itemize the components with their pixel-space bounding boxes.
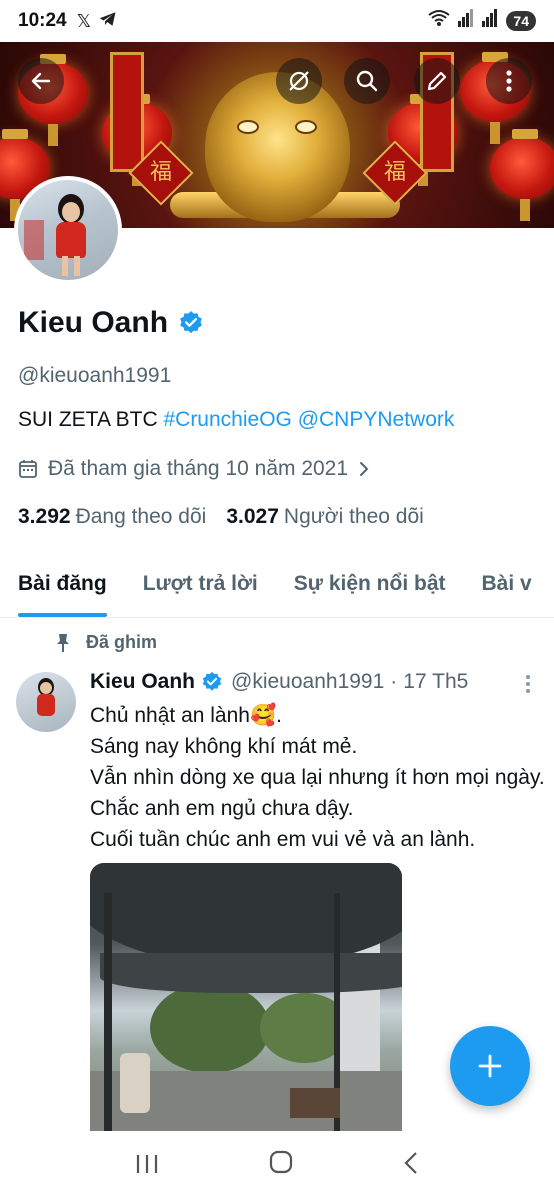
joined-date-row[interactable]: Đã tham gia tháng 10 năm 2021 xyxy=(18,457,370,481)
status-time: 10:24 xyxy=(18,10,67,31)
tab-posts[interactable]: Bài đăng xyxy=(18,560,107,617)
joined-date-text: Đã tham gia tháng 10 năm 2021 xyxy=(48,457,349,480)
post-author-handle[interactable]: @kieuoanh1991 xyxy=(231,670,384,694)
tab-replies[interactable]: Lượt trả lời xyxy=(143,560,258,617)
followers-link[interactable]: 3.027 Người theo dõi xyxy=(226,505,423,529)
top-navigation xyxy=(0,50,554,114)
avatar-leg xyxy=(74,256,80,276)
edit-button[interactable] xyxy=(414,58,460,104)
post-separator: · xyxy=(390,670,398,693)
followers-count: 3.027 xyxy=(226,505,279,528)
profile-bio: SUI ZETA BTC #CrunchieOG @CNPYNetwork xyxy=(18,408,454,432)
x-logo-icon: 𝕏 xyxy=(76,10,92,31)
compose-post-button[interactable] xyxy=(450,1026,530,1106)
home-circle-icon xyxy=(269,1150,293,1174)
image-pole xyxy=(104,893,112,1131)
bio-text: SUI ZETA BTC xyxy=(18,408,164,431)
post-line: Vẫn nhìn dòng xe qua lại nhưng ít hơn mọ… xyxy=(90,766,545,820)
recent-apps-button[interactable] xyxy=(135,1150,159,1182)
grok-button[interactable] xyxy=(276,58,322,104)
more-options-button[interactable] xyxy=(486,58,532,104)
android-navigation-bar xyxy=(0,1131,554,1200)
post-body: Chủ nhật an lành🥰. Sáng nay không khí má… xyxy=(90,700,550,855)
image-umbrella xyxy=(100,953,402,993)
chevron-left-icon xyxy=(404,1151,418,1174)
lantern-decoration xyxy=(490,129,554,221)
bio-hashtag-link[interactable]: #CrunchieOG xyxy=(163,408,291,431)
pinned-label: Đã ghim xyxy=(86,632,158,652)
image-chair xyxy=(290,1088,340,1118)
avatar-leg xyxy=(62,256,68,276)
pencil-icon xyxy=(427,71,447,91)
signal-icon xyxy=(458,9,474,33)
signal-icon-2 xyxy=(482,9,498,33)
wifi-icon xyxy=(428,9,451,33)
pin-icon xyxy=(57,633,69,652)
tab-articles[interactable]: Bài v xyxy=(482,560,532,617)
plus-icon xyxy=(478,1054,502,1078)
dragon-eye xyxy=(237,120,259,134)
verified-badge-icon xyxy=(180,311,202,334)
post-line: Chủ nhật an lành🥰. xyxy=(90,704,282,727)
avatar-background-object xyxy=(24,220,44,260)
avatar-face xyxy=(62,202,80,222)
following-link[interactable]: 3.292 Đang theo dõi xyxy=(18,505,206,529)
calendar-icon xyxy=(19,460,37,478)
profile-name-row: Kieu Oanh xyxy=(18,306,204,340)
grok-icon xyxy=(289,71,309,91)
post-media-image[interactable] xyxy=(90,863,402,1131)
pinned-indicator: Đã ghim xyxy=(54,632,157,653)
avatar-face xyxy=(40,682,52,694)
profile-name: Kieu Oanh xyxy=(18,306,169,339)
dragon-eye xyxy=(295,120,317,134)
post-date[interactable]: 17 Th5 xyxy=(403,670,468,694)
chevron-right-icon xyxy=(360,462,369,476)
post-line: Sáng nay không khí mát mẻ. xyxy=(90,735,358,758)
profile-tabs: Bài đăng Lượt trả lời Sự kiện nổi bật Bà… xyxy=(0,560,554,618)
post-author-avatar[interactable] xyxy=(16,672,76,732)
profile-avatar[interactable] xyxy=(14,176,122,284)
image-person xyxy=(120,1053,150,1113)
more-vertical-icon xyxy=(506,70,512,92)
followers-label: Người theo dõi xyxy=(283,505,424,528)
post-line: Cuối tuần chúc anh em vui vẻ và an lành. xyxy=(90,828,476,851)
telegram-icon xyxy=(99,11,117,32)
system-back-button[interactable] xyxy=(403,1150,419,1182)
bio-mention-link[interactable]: @CNPYNetwork xyxy=(298,408,455,431)
post-more-button[interactable] xyxy=(524,674,532,694)
follow-stats: 3.292 Đang theo dõi 3.027 Người theo dõi xyxy=(18,505,424,529)
image-umbrella xyxy=(90,863,402,967)
search-button[interactable] xyxy=(344,58,390,104)
profile-handle: @kieuoanh1991 xyxy=(18,364,172,387)
recent-apps-icon xyxy=(136,1154,157,1173)
post-header: Kieu Oanh @kieuoanh1991 · 17 Th5 xyxy=(90,670,468,694)
following-label: Đang theo dõi xyxy=(75,505,207,528)
tab-highlights[interactable]: Sự kiện nổi bật xyxy=(294,560,446,617)
avatar-dress xyxy=(37,694,55,716)
more-vertical-icon xyxy=(526,675,530,693)
arrow-left-icon xyxy=(31,72,51,90)
back-button[interactable] xyxy=(18,58,64,104)
verified-badge-icon xyxy=(202,671,222,691)
image-tree xyxy=(150,983,270,1073)
post-author-name[interactable]: Kieu Oanh xyxy=(90,670,195,694)
avatar-dress xyxy=(56,222,86,258)
status-bar: 10:24 𝕏 74 xyxy=(0,0,554,42)
search-icon xyxy=(356,70,378,92)
battery-icon: 74 xyxy=(506,11,536,31)
home-button[interactable] xyxy=(268,1149,294,1182)
following-count: 3.292 xyxy=(18,505,71,528)
